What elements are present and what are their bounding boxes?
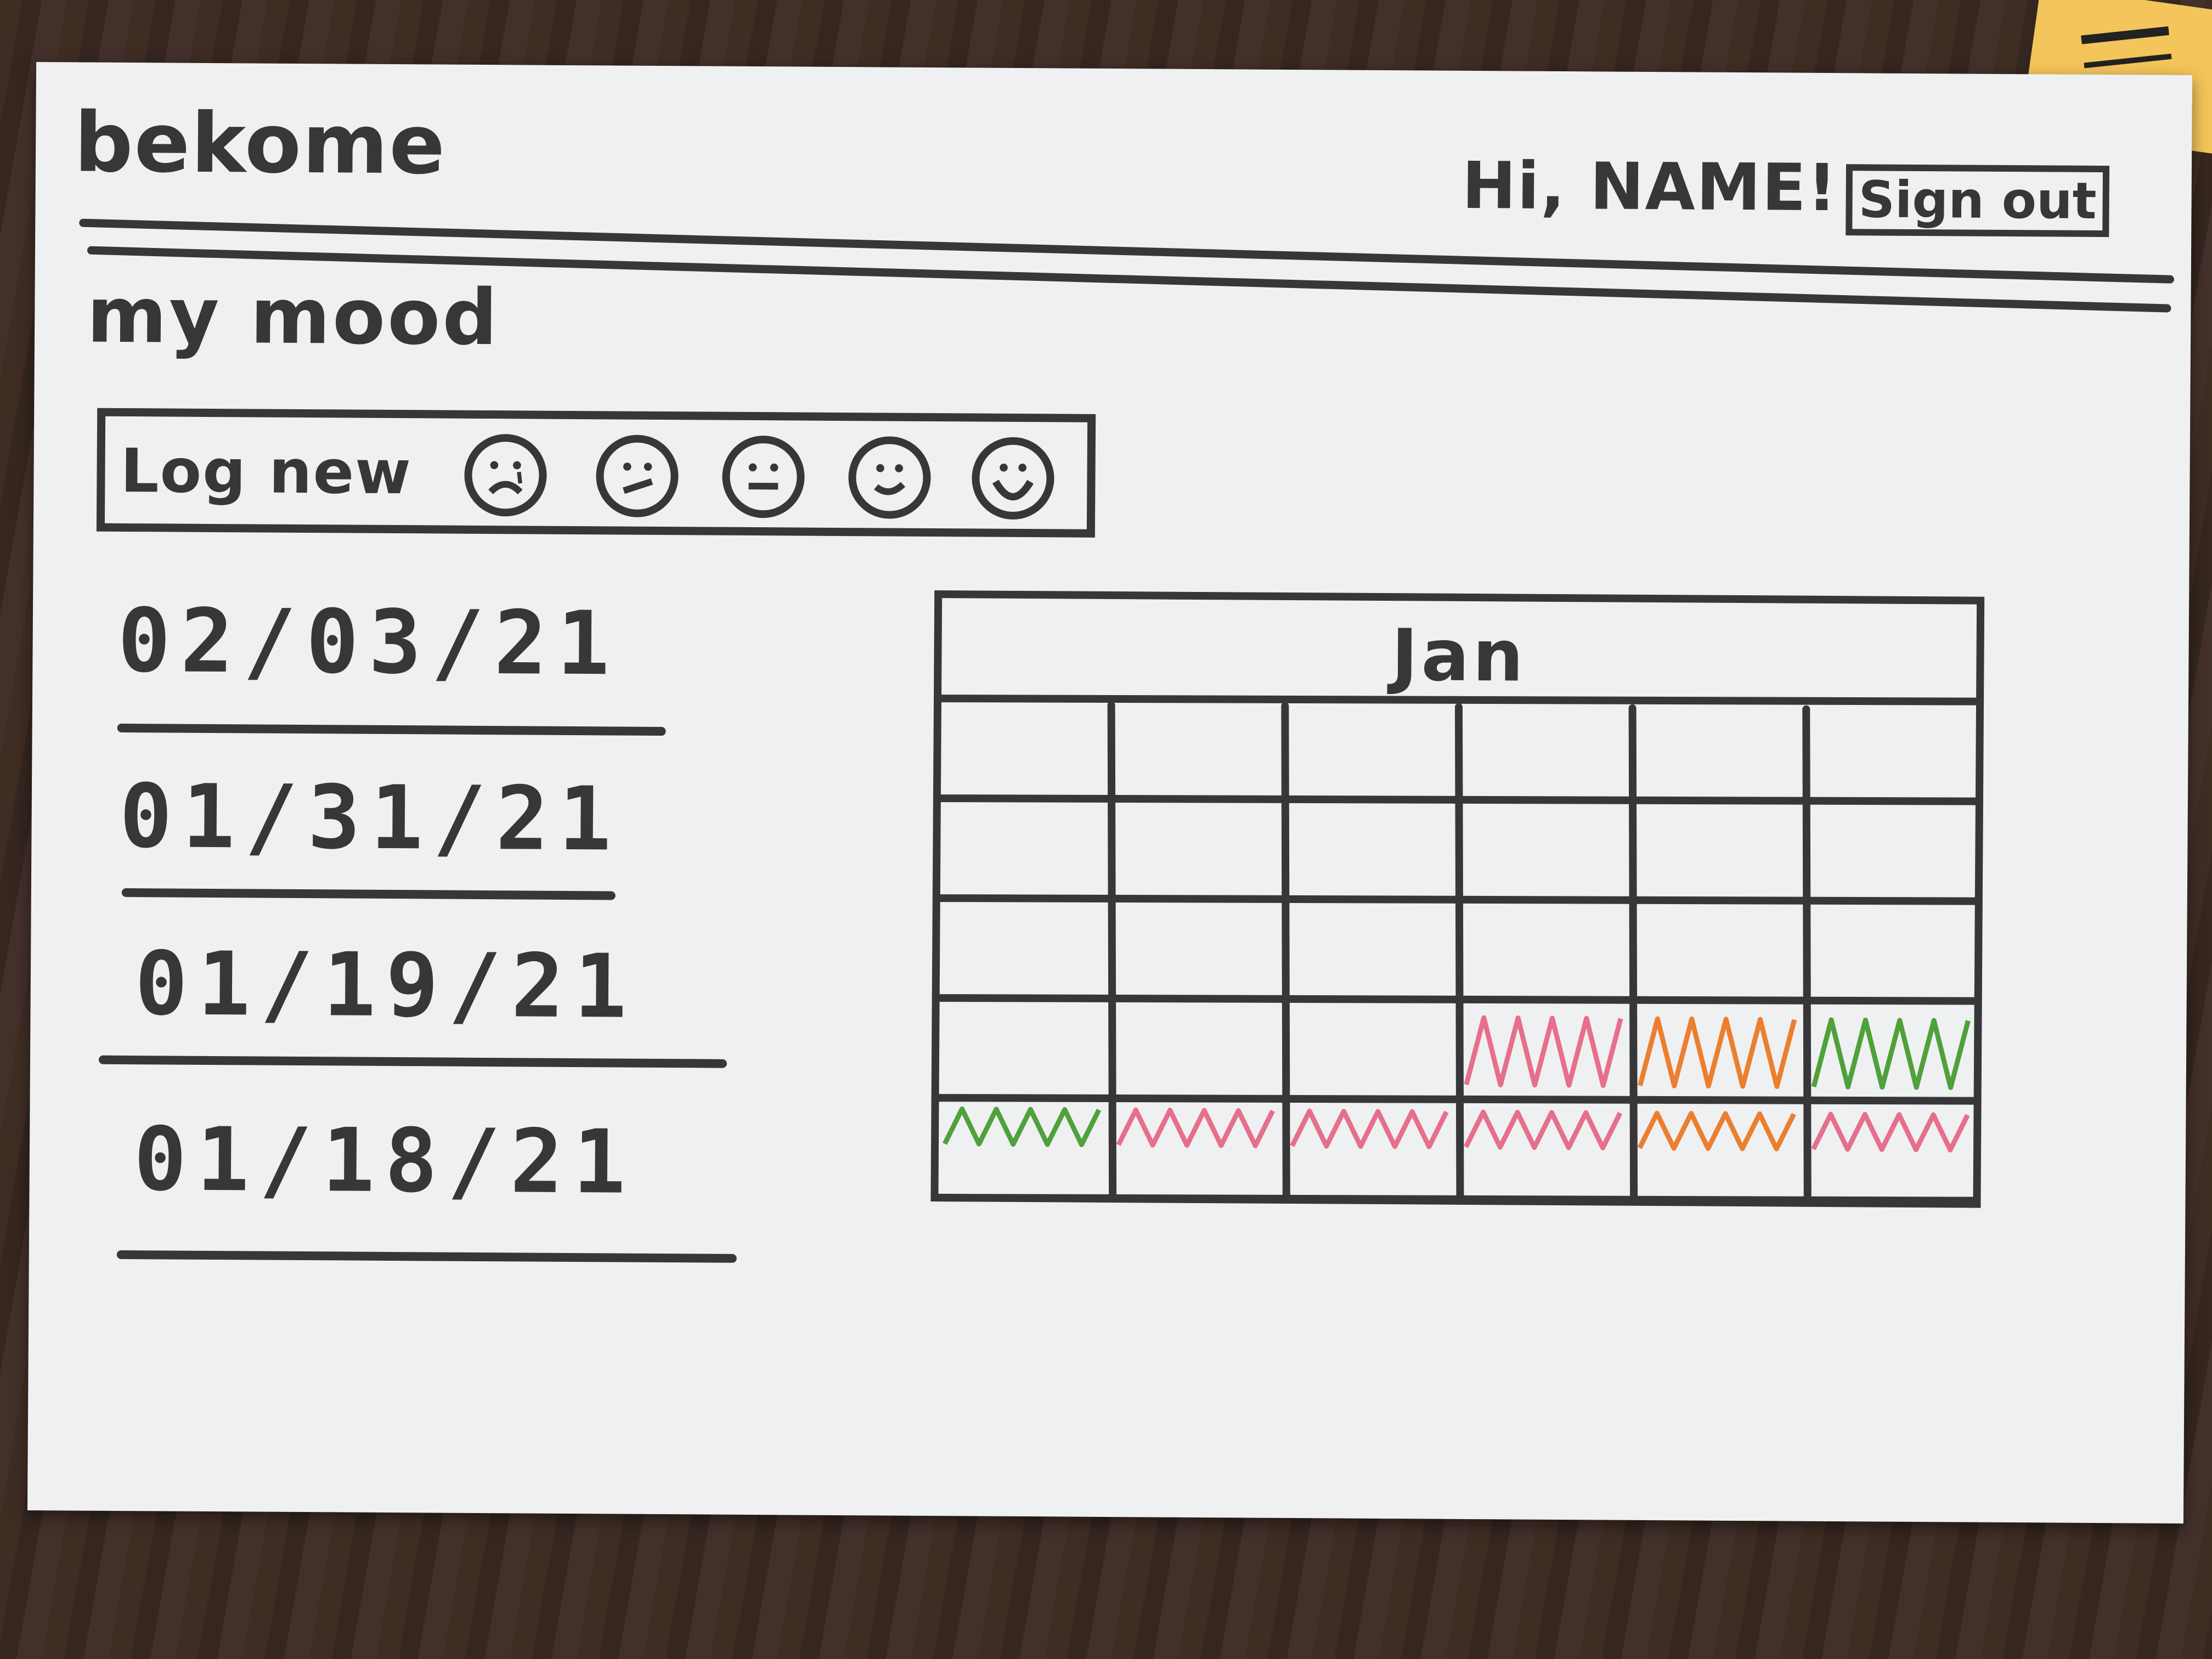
section-title: my mood — [86, 270, 500, 363]
very-happy-face-icon[interactable] — [972, 437, 1054, 520]
log-mood-bar: Log new — [96, 408, 1096, 538]
calendar-day-cell[interactable] — [1631, 803, 1805, 904]
neutral-face-icon[interactable] — [722, 435, 805, 518]
calendar-column-line — [1628, 704, 1638, 1206]
calendar-day-cell[interactable] — [1630, 902, 1805, 1003]
entry-divider — [116, 1250, 737, 1263]
very-sad-face-icon[interactable] — [464, 433, 547, 517]
calendar-day-cell[interactable] — [1455, 1101, 1630, 1202]
calendar-column-line — [1454, 703, 1464, 1205]
calendar-day-cell[interactable] — [1110, 799, 1284, 900]
calendar-day-cell[interactable] — [1632, 703, 1807, 804]
calendar-day-cell[interactable] — [1805, 704, 1980, 805]
entry-divider — [117, 723, 666, 736]
calendar-day-cell[interactable] — [1630, 1002, 1804, 1103]
calendar-day-cell[interactable] — [936, 798, 1111, 899]
calendar-day-cell[interactable] — [1457, 1001, 1631, 1102]
calendar-column-line — [1802, 705, 1812, 1207]
calendar-day-cell[interactable] — [1109, 899, 1284, 1000]
calendar-day-cell[interactable] — [1458, 702, 1633, 803]
calendar-day-cell[interactable] — [1803, 1103, 1978, 1204]
mood-calendar: Jan — [923, 589, 1991, 1212]
calendar-day-cell[interactable] — [1804, 1003, 1978, 1104]
calendar-day-cell[interactable] — [1805, 804, 1979, 905]
calendar-day-cell[interactable] — [937, 698, 1111, 799]
calendar-day-cell[interactable] — [1284, 701, 1459, 802]
app-logo[interactable]: bekome — [74, 95, 447, 193]
sketch-paper: bekome Hi, NAME! Sign out my mood Log ne… — [27, 62, 2193, 1523]
calendar-day-cell[interactable] — [1458, 802, 1632, 902]
calendar-day-cell[interactable] — [1108, 1099, 1283, 1200]
calendar-day-cell[interactable] — [936, 898, 1110, 999]
calendar-day-cell[interactable] — [1284, 800, 1458, 901]
calendar-day-cell[interactable] — [934, 1098, 1109, 1199]
user-greeting: Hi, NAME! — [1462, 147, 1838, 226]
entry-divider — [98, 1055, 727, 1068]
calendar-day-cell[interactable] — [1111, 699, 1285, 800]
calendar-day-cell[interactable] — [1629, 1102, 1804, 1203]
calendar-column-line — [1281, 702, 1290, 1204]
entry-divider — [121, 888, 616, 900]
calendar-month-title: Jan — [1391, 613, 1527, 698]
happy-face-icon[interactable] — [848, 436, 931, 519]
mood-entry-date[interactable]: 01/18/21 — [133, 1108, 636, 1214]
mood-entry-date[interactable]: 01/31/21 — [119, 765, 622, 871]
calendar-day-cell[interactable] — [1282, 1100, 1457, 1201]
calendar-day-cell[interactable] — [935, 998, 1110, 1099]
sign-out-button[interactable]: Sign out — [1846, 164, 2110, 238]
sticky-note-scribble — [2081, 26, 2172, 69]
mood-entry-date[interactable]: 02/03/21 — [117, 589, 620, 695]
sad-face-icon[interactable] — [596, 435, 679, 518]
calendar-day-cell[interactable] — [1283, 1000, 1457, 1101]
mood-entry-date[interactable]: 01/19/21 — [134, 932, 637, 1038]
calendar-day-cell[interactable] — [1804, 904, 1979, 1005]
log-new-label: Log new — [120, 435, 413, 508]
calendar-column-line — [1107, 701, 1117, 1203]
calendar-day-cell[interactable] — [1109, 999, 1283, 1100]
calendar-day-cell[interactable] — [1457, 901, 1632, 1002]
calendar-day-cell[interactable] — [1283, 900, 1458, 1001]
